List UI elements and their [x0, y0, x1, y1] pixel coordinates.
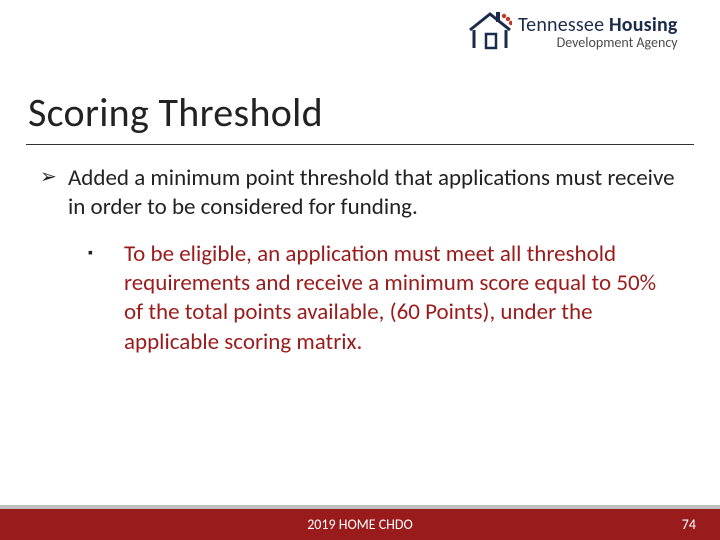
- footer: 2019 HOME CHDO 74: [0, 500, 720, 540]
- logo-text: Tennessee Housing Development Agency: [518, 15, 678, 50]
- house-icon: [468, 10, 512, 50]
- square-bullet-icon: ▪: [88, 240, 102, 358]
- arrow-bullet-icon: ➢: [40, 164, 58, 222]
- bullet-level-2: ▪ To be eligible, an application must me…: [88, 240, 680, 358]
- logo-main-line: Tennessee Housing: [518, 15, 678, 35]
- org-logo: Tennessee Housing Development Agency: [468, 10, 698, 72]
- content-area: ➢ Added a minimum point threshold that a…: [40, 164, 680, 357]
- bullet-level-1: ➢ Added a minimum point threshold that a…: [40, 164, 680, 222]
- slide: Tennessee Housing Development Agency Sco…: [0, 0, 720, 540]
- footer-center-text: 2019 HOME CHDO: [0, 509, 720, 540]
- logo-sub-line: Development Agency: [518, 36, 678, 50]
- title-rule: [26, 144, 694, 145]
- page-number: 74: [682, 509, 696, 540]
- bullet-level-1-text: Added a minimum point threshold that app…: [68, 164, 680, 222]
- page-title: Scoring Threshold: [28, 88, 323, 137]
- logo-row: Tennessee Housing Development Agency: [468, 10, 698, 50]
- bullet-level-2-text: To be eligible, an application must meet…: [124, 240, 680, 358]
